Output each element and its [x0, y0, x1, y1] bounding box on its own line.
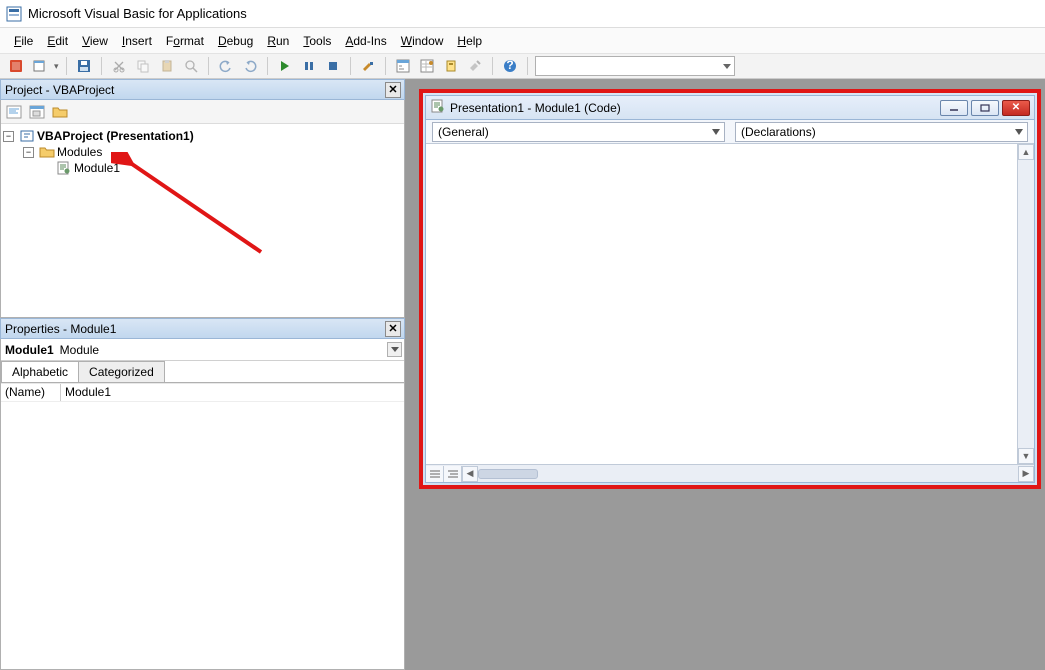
view-powerpoint-button[interactable] [6, 56, 26, 76]
close-button[interactable]: ✕ [1002, 100, 1030, 116]
paste-button[interactable] [157, 56, 177, 76]
menu-insert[interactable]: Insert [122, 34, 152, 48]
menu-help[interactable]: Help [457, 34, 482, 48]
project-tree[interactable]: − VBAProject (Presentation1) − Modules M… [1, 124, 404, 317]
code-window-highlight: Presentation1 - Module1 (Code) ✕ (Genera… [419, 89, 1041, 489]
folder-icon [39, 145, 55, 159]
reset-button[interactable] [323, 56, 343, 76]
property-row[interactable]: (Name) Module1 [1, 384, 404, 402]
redo-button[interactable] [240, 56, 260, 76]
properties-panel-close-button[interactable]: ✕ [385, 321, 401, 337]
maximize-button[interactable] [971, 100, 999, 116]
tree-root[interactable]: VBAProject (Presentation1) [37, 129, 194, 143]
run-button[interactable] [275, 56, 295, 76]
code-window-titlebar[interactable]: Presentation1 - Module1 (Code) ✕ [426, 96, 1034, 120]
menu-window[interactable]: Window [401, 34, 444, 48]
expand-box-icon[interactable]: − [3, 131, 14, 142]
insert-item-button[interactable] [30, 56, 50, 76]
view-object-button[interactable] [27, 102, 47, 122]
code-object-combo[interactable]: (General) [432, 122, 725, 142]
scroll-up-button[interactable]: ▲ [1018, 144, 1034, 160]
code-procedure-combo[interactable]: (Declarations) [735, 122, 1028, 142]
tab-categorized[interactable]: Categorized [78, 361, 165, 382]
scroll-left-button[interactable]: ◀ [462, 466, 478, 482]
vertical-scrollbar[interactable]: ▲ ▼ [1018, 144, 1034, 464]
copy-button[interactable] [133, 56, 153, 76]
code-editor[interactable] [426, 144, 1018, 464]
properties-panel: Module1 Module Alphabetic Categorized (N… [0, 339, 405, 670]
find-button[interactable] [181, 56, 201, 76]
app-titlebar: Microsoft Visual Basic for Applications [0, 0, 1045, 28]
chevron-down-icon[interactable] [387, 342, 402, 357]
menu-debug[interactable]: Debug [218, 34, 253, 48]
module-icon [430, 99, 446, 116]
project-panel-title: Project - VBAProject [5, 83, 114, 97]
toggle-folders-button[interactable] [50, 102, 70, 122]
full-module-view-button[interactable] [444, 466, 462, 482]
break-button[interactable] [299, 56, 319, 76]
toolbox-button[interactable] [465, 56, 485, 76]
vbaproject-icon [19, 129, 35, 143]
tree-module1[interactable]: Module1 [74, 161, 120, 175]
app-title: Microsoft Visual Basic for Applications [28, 6, 247, 21]
scroll-thumb[interactable] [478, 469, 538, 479]
properties-object-type: Module [58, 343, 101, 357]
scroll-right-button[interactable]: ▶ [1018, 466, 1034, 482]
code-window-toolbar: (General) (Declarations) [426, 120, 1034, 144]
code-object-value: (General) [438, 125, 489, 139]
menu-run[interactable]: Run [267, 34, 289, 48]
properties-tabs: Alphabetic Categorized [1, 361, 404, 383]
scroll-down-button[interactable]: ▼ [1018, 448, 1034, 464]
cut-button[interactable] [109, 56, 129, 76]
design-mode-button[interactable] [358, 56, 378, 76]
property-value[interactable]: Module1 [61, 384, 404, 401]
code-window: Presentation1 - Module1 (Code) ✕ (Genera… [425, 95, 1035, 483]
properties-object-name: Module1 [1, 343, 58, 357]
help-button[interactable]: ? [500, 56, 520, 76]
tree-modules-folder[interactable]: Modules [57, 145, 102, 159]
procedure-view-button[interactable] [426, 466, 444, 482]
menu-addins[interactable]: Add-Ins [345, 34, 386, 48]
code-window-bottombar: ◀ ▶ [426, 464, 1034, 482]
code-window-title: Presentation1 - Module1 (Code) [450, 101, 621, 115]
undo-button[interactable] [216, 56, 236, 76]
project-panel-toolbar [1, 100, 404, 124]
tab-alphabetic[interactable]: Alphabetic [1, 361, 79, 382]
code-procedure-value: (Declarations) [741, 125, 816, 139]
module-icon [56, 161, 72, 175]
menu-tools[interactable]: Tools [303, 34, 331, 48]
menu-edit[interactable]: Edit [47, 34, 68, 48]
menubar: File Edit View Insert Format Debug Run T… [0, 28, 1045, 53]
properties-panel-title: Properties - Module1 [5, 322, 116, 336]
save-button[interactable] [74, 56, 94, 76]
toolbar: ▾ ? [0, 53, 1045, 79]
properties-grid[interactable]: (Name) Module1 [1, 383, 404, 669]
project-panel-header: Project - VBAProject ✕ [0, 79, 405, 100]
menu-format[interactable]: Format [166, 34, 204, 48]
toolbar-context-combo[interactable] [535, 56, 735, 76]
object-browser-button[interactable] [441, 56, 461, 76]
properties-object-combo[interactable]: Module1 Module [1, 339, 404, 361]
project-panel-close-button[interactable]: ✕ [385, 82, 401, 98]
horizontal-scrollbar[interactable]: ◀ ▶ [462, 466, 1034, 482]
menu-view[interactable]: View [82, 34, 108, 48]
project-panel: − VBAProject (Presentation1) − Modules M… [0, 100, 405, 318]
properties-panel-header: Properties - Module1 ✕ [0, 318, 405, 339]
view-code-button[interactable] [4, 102, 24, 122]
svg-text:?: ? [506, 59, 513, 72]
properties-window-button[interactable] [417, 56, 437, 76]
project-explorer-button[interactable] [393, 56, 413, 76]
menu-file[interactable]: File [14, 34, 33, 48]
minimize-button[interactable] [940, 100, 968, 116]
app-icon [6, 6, 22, 22]
property-key: (Name) [1, 384, 61, 401]
expand-box-icon[interactable]: − [23, 147, 34, 158]
